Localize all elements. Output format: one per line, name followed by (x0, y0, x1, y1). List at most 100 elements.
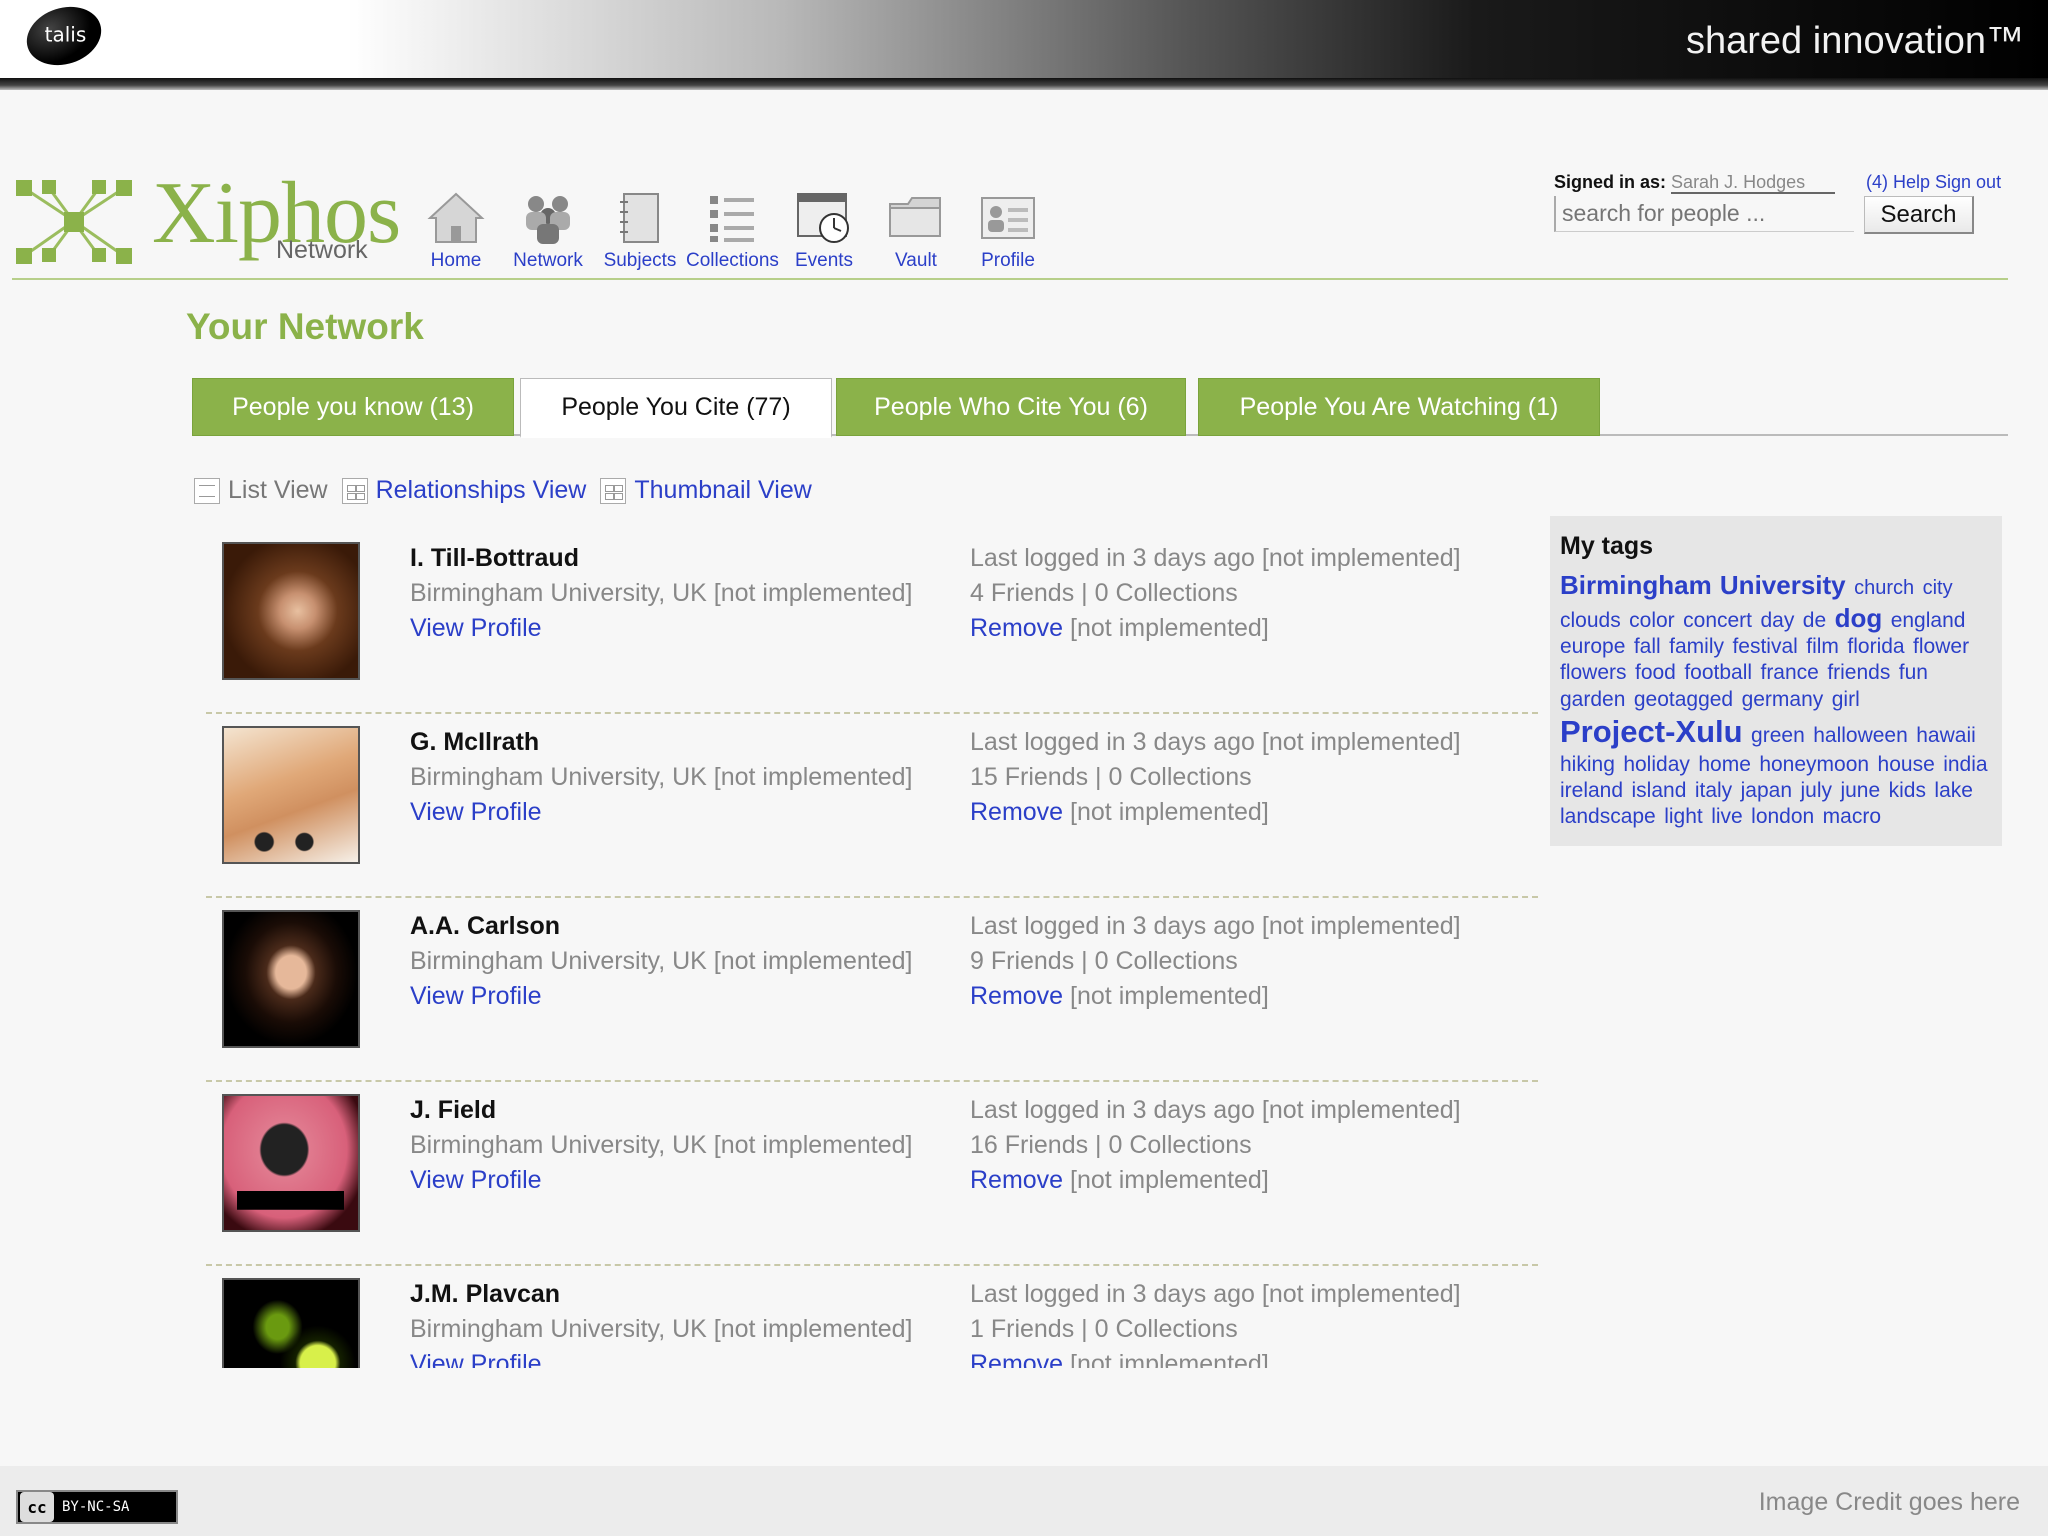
tag-link[interactable]: florida (1847, 635, 1904, 658)
tag-link[interactable]: color (1629, 609, 1675, 632)
tag-link[interactable]: june (1840, 779, 1880, 802)
view-profile-link[interactable]: View Profile (410, 1166, 542, 1195)
tag-link[interactable]: garden (1560, 688, 1625, 711)
tag-link[interactable]: house (1878, 753, 1935, 776)
tag-link[interactable]: clouds (1560, 609, 1621, 632)
relationships-view-link[interactable]: Relationships View (376, 476, 587, 505)
last-logged: Last logged in 3 days ago [not implement… (970, 912, 1461, 940)
tag-link[interactable]: family (1669, 635, 1724, 658)
network-tabs: People you know (13) People You Cite (77… (192, 378, 2008, 438)
tag-link[interactable]: film (1806, 635, 1839, 658)
remove-link[interactable]: Remove (970, 982, 1063, 1010)
tag-link[interactable]: italy (1695, 779, 1732, 802)
tag-link[interactable]: fun (1899, 661, 1928, 684)
remove-note: [not implemented] (1070, 982, 1269, 1010)
xiphos-logo[interactable]: Xiphos Network (14, 170, 401, 270)
notebook-icon (620, 193, 659, 243)
tag-link[interactable]: kids (1889, 779, 1926, 802)
view-profile-link[interactable]: View Profile (410, 614, 542, 643)
nav-profile[interactable]: Profile (962, 190, 1054, 280)
avatar[interactable] (222, 910, 360, 1048)
search-button[interactable]: Search (1864, 196, 1974, 234)
tag-link[interactable]: germany (1742, 688, 1824, 711)
person-row: I. Till-Bottraud Birmingham University, … (206, 530, 1538, 714)
image-credit: Image Credit goes here (1758, 1488, 2020, 1516)
tab-people-you-cite[interactable]: People You Cite (77) (520, 378, 832, 438)
tab-people-who-cite-you[interactable]: People Who Cite You (6) (836, 378, 1186, 436)
tag-link[interactable]: hiking (1560, 753, 1615, 776)
nav-network[interactable]: Network (502, 190, 594, 280)
tag-link[interactable]: hawaii (1916, 724, 1976, 747)
remove-link[interactable]: Remove (970, 614, 1063, 642)
view-profile-link[interactable]: View Profile (410, 982, 542, 1011)
people-icon (526, 196, 570, 244)
tag-link[interactable]: girl (1832, 688, 1860, 711)
nav-subjects[interactable]: Subjects (594, 190, 686, 280)
people-search-input[interactable] (1554, 196, 1854, 232)
avatar[interactable] (222, 726, 360, 864)
person-institution: Birmingham University, UK [not implement… (410, 763, 913, 791)
tag-link[interactable]: festival (1732, 635, 1797, 658)
tag-link[interactable]: dog (1835, 603, 1883, 633)
tag-link[interactable]: india (1943, 753, 1987, 776)
person-institution: Birmingham University, UK [not implement… (410, 1315, 913, 1343)
view-profile-link[interactable]: View Profile (410, 798, 542, 827)
tag-link[interactable]: europe (1560, 635, 1625, 658)
tag-link[interactable]: macro (1823, 805, 1881, 828)
person-name: J. Field (410, 1096, 497, 1124)
tag-link[interactable]: friends (1827, 661, 1890, 684)
nav-collections[interactable]: Collections (686, 190, 779, 280)
person-row: J. Field Birmingham University, UK [not … (206, 1082, 1538, 1266)
remove-note: [not implemented] (1070, 1350, 1269, 1368)
tag-link[interactable]: football (1684, 661, 1752, 684)
tag-link[interactable]: flowers (1560, 661, 1627, 684)
tag-link[interactable]: live (1711, 805, 1743, 828)
avatar[interactable] (222, 1278, 360, 1368)
nav-home[interactable]: Home (410, 190, 502, 280)
tag-link[interactable]: food (1635, 661, 1676, 684)
tag-link[interactable]: honeymoon (1759, 753, 1869, 776)
view-profile-link[interactable]: View Profile (410, 1350, 542, 1368)
tag-link[interactable]: lake (1934, 779, 1973, 802)
account-links[interactable]: (4) Help Sign out (1866, 172, 2001, 193)
page-title: Your Network (186, 306, 424, 347)
tag-link[interactable]: church (1854, 577, 1914, 599)
remove-link[interactable]: Remove (970, 798, 1063, 826)
tag-link[interactable]: home (1698, 753, 1751, 776)
tag-link[interactable]: de (1803, 609, 1826, 632)
tag-link[interactable]: day (1760, 609, 1794, 632)
remove-link[interactable]: Remove (970, 1166, 1063, 1194)
tag-link[interactable]: city (1923, 577, 1953, 599)
thumbnail-view-link[interactable]: Thumbnail View (634, 476, 811, 505)
tab-people-you-are-watching[interactable]: People You Are Watching (1) (1198, 378, 1600, 436)
tag-link[interactable]: london (1751, 805, 1814, 828)
tag-link[interactable]: fall (1634, 635, 1661, 658)
header-divider (12, 278, 2008, 280)
list-view-option[interactable]: List View (228, 476, 328, 505)
tag-link[interactable]: japan (1741, 779, 1792, 802)
nav-events[interactable]: Events (778, 190, 870, 280)
tag-link[interactable]: landscape (1560, 805, 1656, 828)
tag-link[interactable]: concert (1683, 609, 1752, 632)
tag-link[interactable]: light (1664, 805, 1703, 828)
tag-link[interactable]: island (1632, 779, 1687, 802)
avatar[interactable] (222, 542, 360, 680)
avatar[interactable] (222, 1094, 360, 1232)
nav-vault[interactable]: Vault (870, 190, 962, 280)
tag-link[interactable]: Birmingham University (1560, 570, 1846, 600)
tab-people-you-know[interactable]: People you know (13) (192, 378, 514, 436)
tag-link[interactable]: green (1751, 724, 1805, 747)
tag-link[interactable]: holiday (1623, 753, 1690, 776)
tag-link[interactable]: Project-Xulu (1560, 714, 1743, 749)
tag-link[interactable]: england (1891, 609, 1966, 632)
tag-link[interactable]: flower (1913, 635, 1969, 658)
tag-link[interactable]: france (1760, 661, 1818, 684)
tag-link[interactable]: ireland (1560, 779, 1623, 802)
signed-in-user[interactable]: Sarah J. Hodges (1671, 172, 1836, 194)
tag-link[interactable]: halloween (1813, 724, 1908, 747)
last-logged: Last logged in 3 days ago [not implement… (970, 544, 1461, 572)
tag-link[interactable]: geotagged (1634, 688, 1733, 711)
remove-link[interactable]: Remove (970, 1350, 1063, 1368)
person-name: I. Till-Bottraud (410, 544, 579, 572)
tag-link[interactable]: july (1800, 779, 1832, 802)
